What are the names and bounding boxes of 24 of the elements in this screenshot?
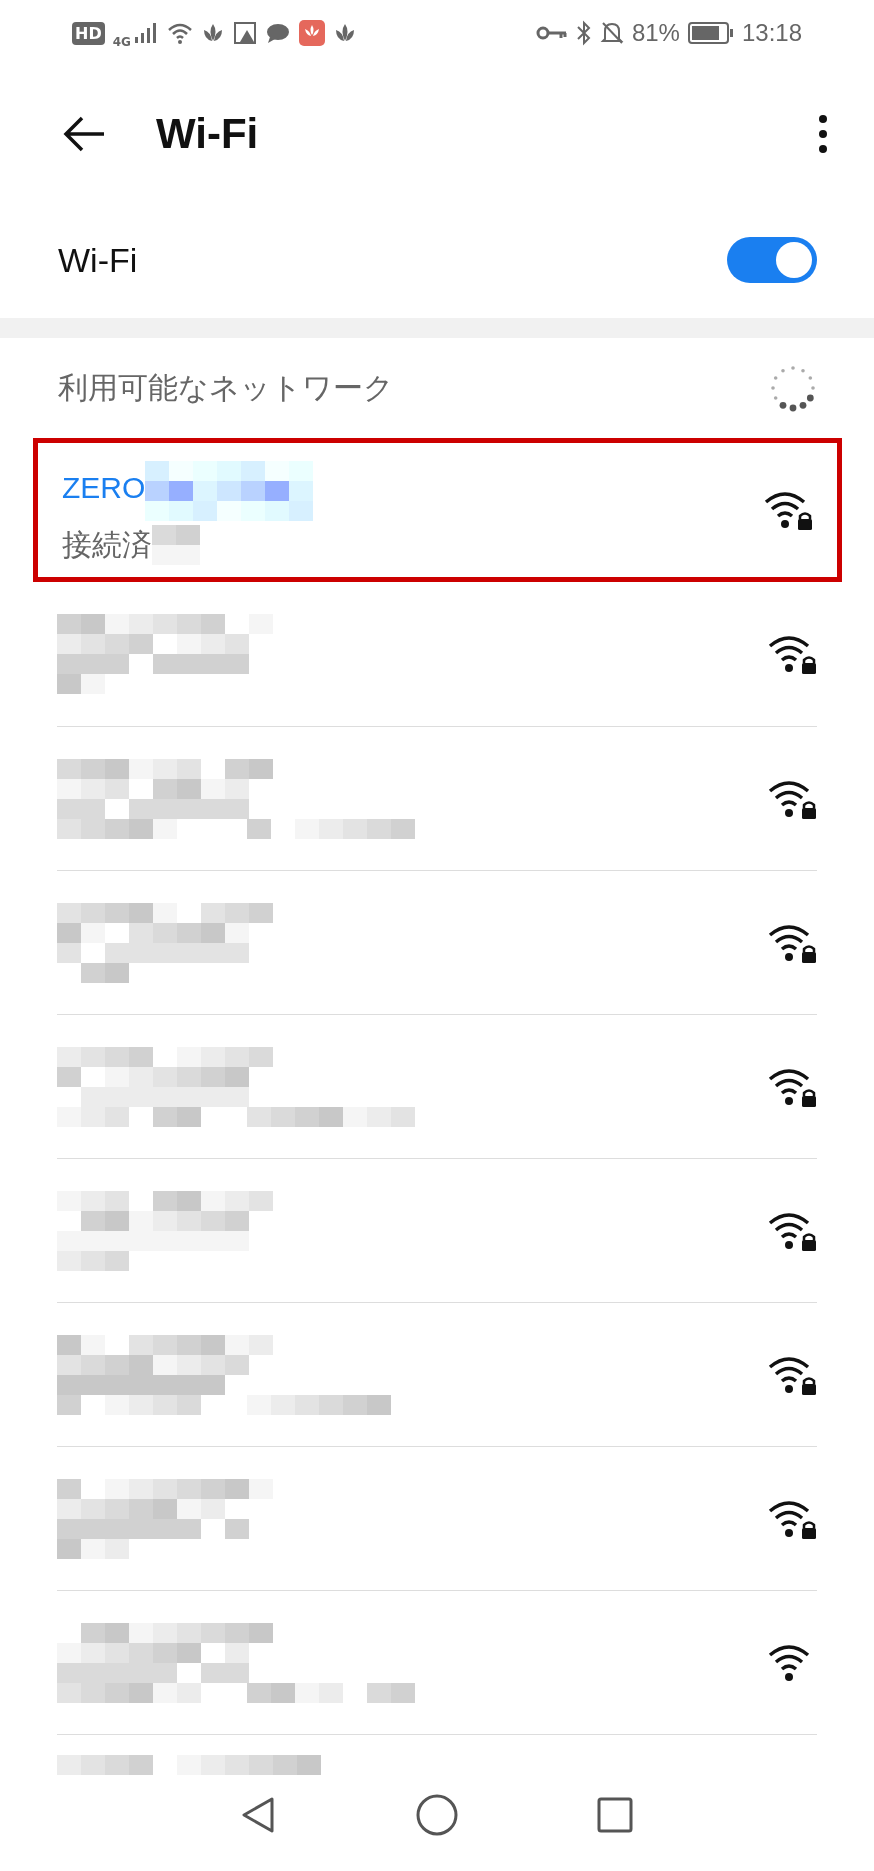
wifi-toggle[interactable] <box>727 237 817 283</box>
network-row[interactable]: ZERO 接続済 <box>33 438 842 582</box>
chat-bubble-icon <box>264 21 291 45</box>
section-title: 利用可能なネットワーク <box>58 368 394 407</box>
bluetooth-icon <box>575 20 592 46</box>
network-status: 接続済 <box>62 525 152 564</box>
home-nav-button[interactable] <box>415 1793 459 1837</box>
recents-nav-button[interactable] <box>595 1795 635 1835</box>
hd-badge: HD <box>72 21 105 45</box>
app-icon <box>298 20 325 46</box>
signal-icon <box>132 21 159 45</box>
clock: 13:18 <box>741 19 802 47</box>
bell-off-icon <box>599 20 624 46</box>
image-warning-icon <box>232 21 257 45</box>
battery-percent: 81% <box>631 19 680 47</box>
wifi-label: Wi-Fi <box>58 240 138 280</box>
battery-icon <box>687 22 734 44</box>
network-name: ZERO <box>62 470 146 505</box>
network-type: 4G <box>112 35 131 49</box>
blurred-text-drawing <box>152 525 200 565</box>
page-title: Wi-Fi <box>156 110 260 158</box>
back-button[interactable] <box>62 116 106 152</box>
wifi-icon <box>166 21 193 45</box>
more-options-icon[interactable] <box>818 114 828 154</box>
